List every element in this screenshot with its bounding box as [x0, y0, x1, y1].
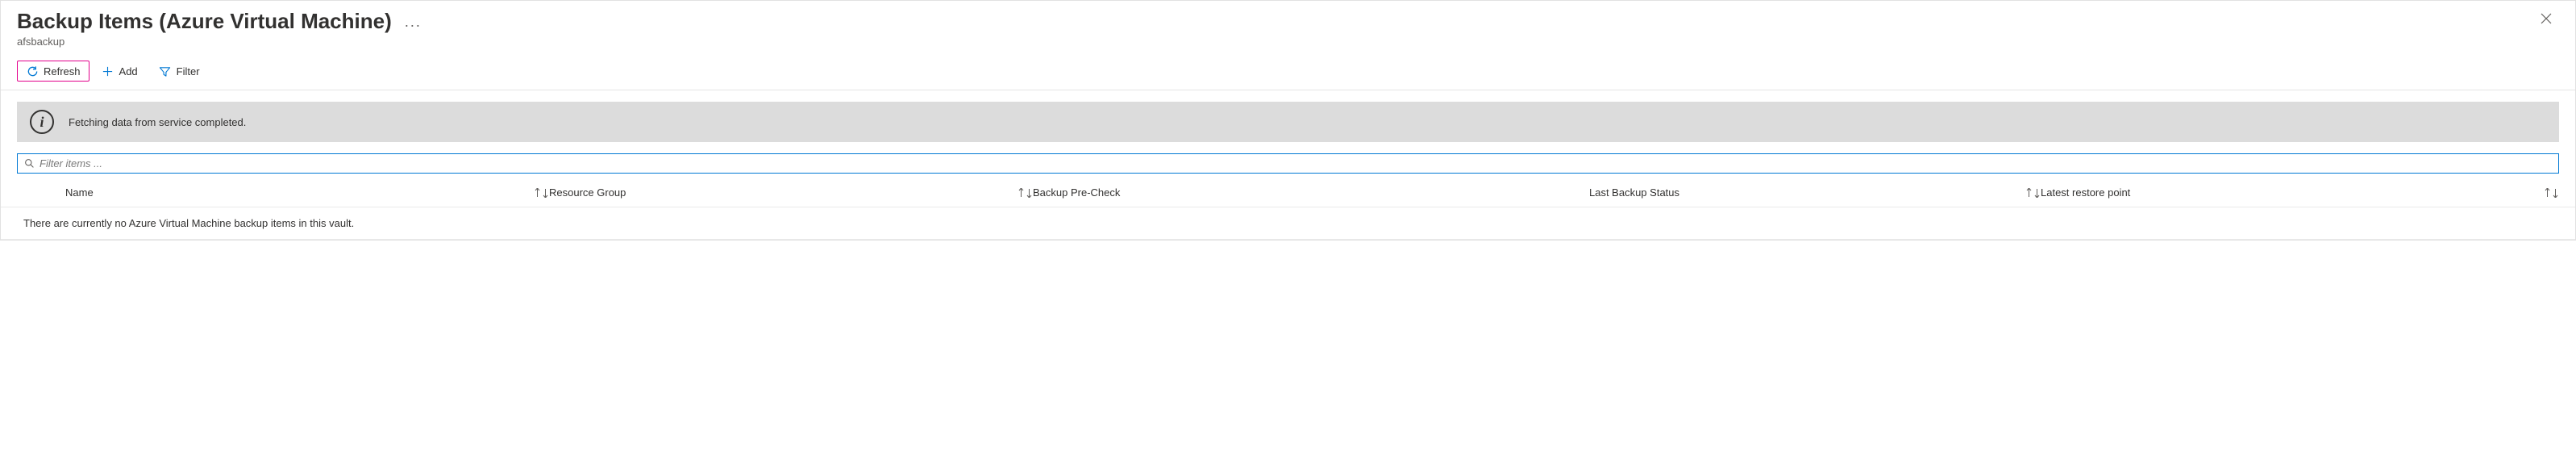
add-button[interactable]: Add — [93, 61, 147, 82]
refresh-icon — [26, 65, 39, 77]
refresh-button[interactable]: Refresh — [17, 61, 89, 82]
more-actions-button[interactable]: ··· — [404, 17, 421, 34]
column-label: Last Backup Status — [1589, 186, 1679, 199]
sort-icon — [524, 188, 549, 198]
close-icon — [2540, 12, 2553, 25]
page-title: Backup Items (Azure Virtual Machine) — [17, 9, 392, 34]
empty-state-message: There are currently no Azure Virtual Mac… — [1, 207, 2575, 240]
filter-icon — [159, 65, 172, 77]
filter-button-label: Filter — [177, 65, 200, 77]
column-header-name[interactable]: Name — [17, 186, 549, 199]
sort-icon — [2016, 188, 2041, 198]
plus-icon — [102, 65, 114, 77]
column-header-resource-group[interactable]: Resource Group — [549, 186, 1033, 199]
column-header-last-backup-status[interactable]: Last Backup Status — [1589, 186, 2041, 199]
column-header-backup-pre-check[interactable]: Backup Pre-Check — [1033, 186, 1589, 199]
add-label: Add — [119, 65, 138, 77]
column-label: Name — [65, 186, 94, 199]
sort-icon — [2534, 188, 2559, 198]
column-label: Backup Pre-Check — [1033, 186, 1120, 199]
filter-button[interactable]: Filter — [150, 61, 209, 82]
refresh-label: Refresh — [44, 65, 81, 77]
info-bar: i Fetching data from service completed. — [17, 102, 2559, 142]
backup-items-panel: Backup Items (Azure Virtual Machine) ···… — [0, 0, 2576, 241]
search-icon — [24, 158, 35, 169]
sort-icon — [1008, 188, 1033, 198]
info-icon: i — [30, 110, 54, 134]
column-header-latest-restore-point[interactable]: Latest restore point — [2041, 186, 2559, 199]
column-label: Resource Group — [549, 186, 626, 199]
header-texts: Backup Items (Azure Virtual Machine) ···… — [17, 9, 2533, 48]
table-header: Name Resource Group Backup Pre-Check Las… — [1, 178, 2575, 207]
toolbar: Refresh Add Filter — [1, 49, 2575, 90]
filter-items-field[interactable] — [17, 153, 2559, 174]
close-button[interactable] — [2533, 9, 2559, 32]
filter-items-input[interactable] — [40, 157, 2552, 170]
panel-header: Backup Items (Azure Virtual Machine) ···… — [1, 1, 2575, 49]
page-subtitle: afsbackup — [17, 36, 2533, 48]
column-label: Latest restore point — [2041, 186, 2130, 199]
info-message: Fetching data from service completed. — [69, 116, 246, 128]
